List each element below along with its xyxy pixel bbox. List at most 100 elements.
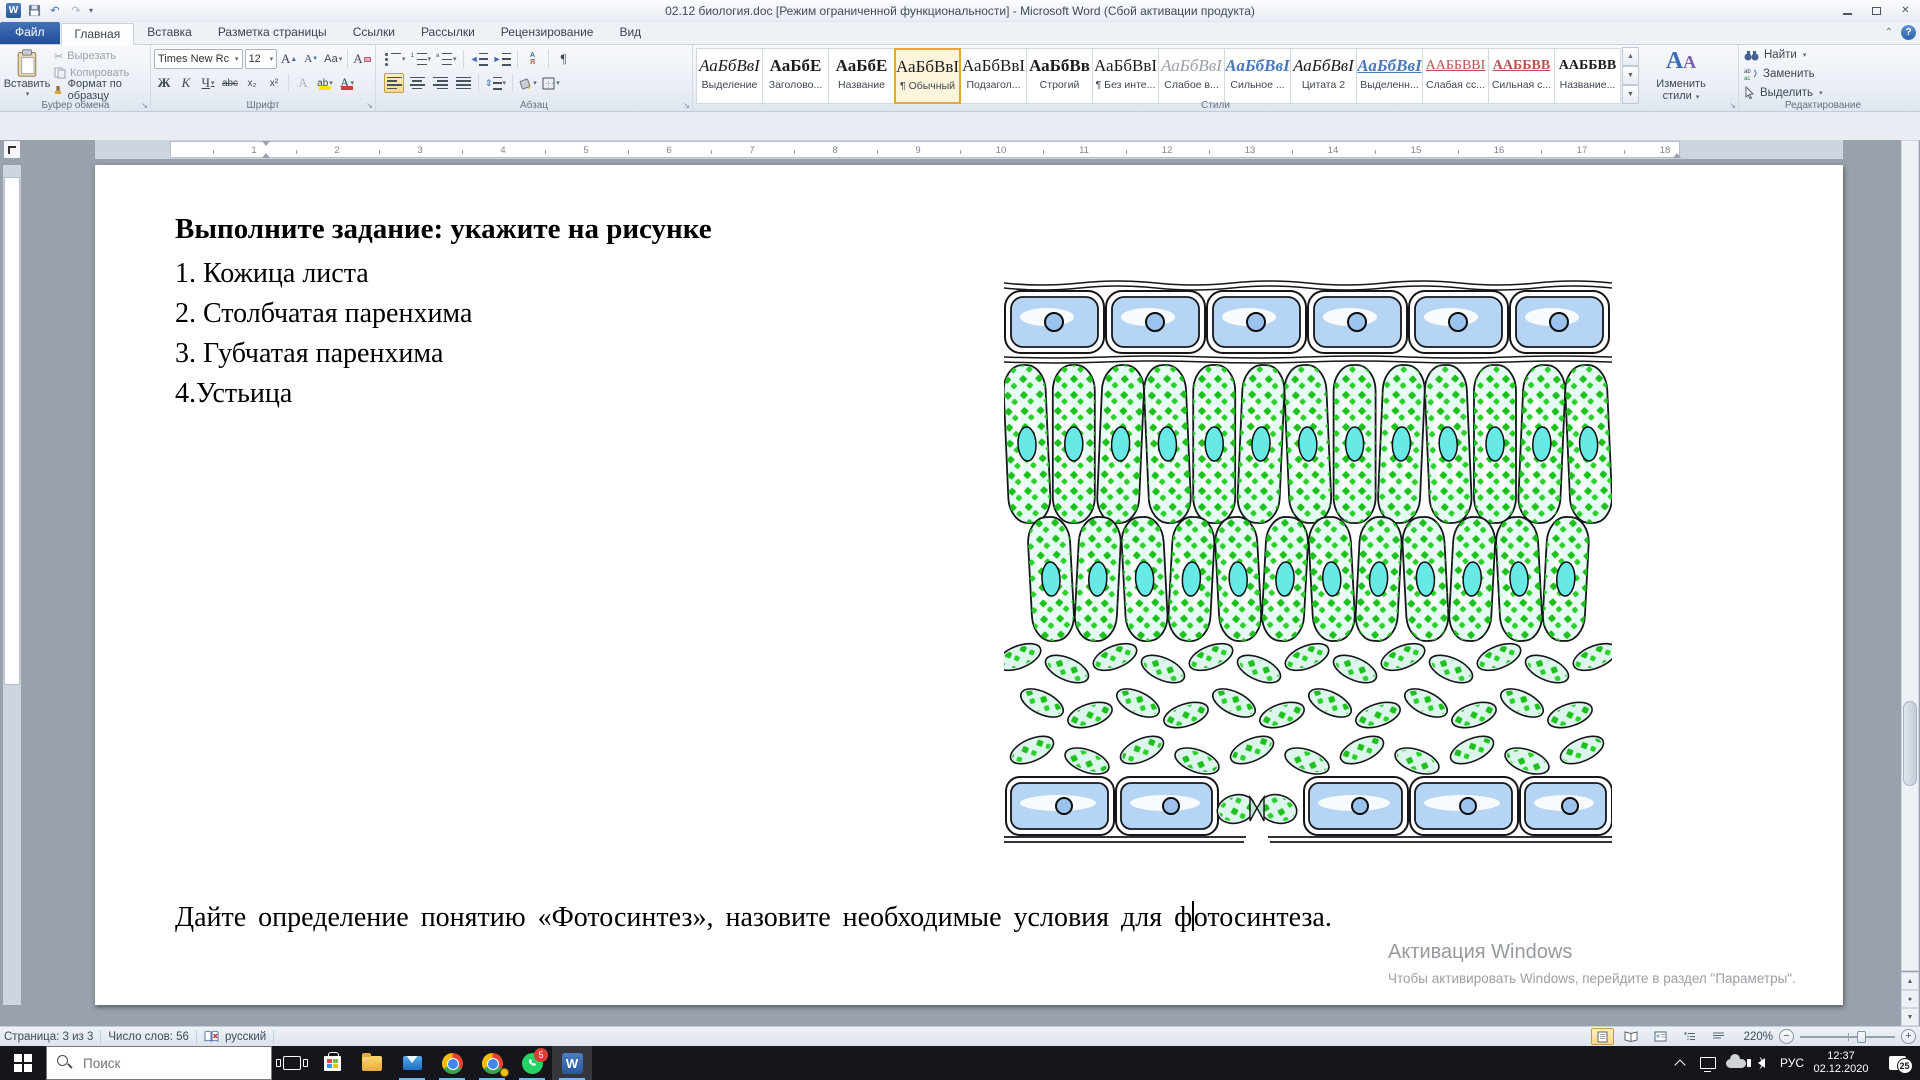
scrollbar-thumb[interactable] xyxy=(1903,701,1917,786)
notification-center-button[interactable]: 25 xyxy=(1878,1046,1916,1080)
leaf-cross-section-figure[interactable] xyxy=(1004,277,1612,845)
task-view-button[interactable] xyxy=(272,1046,312,1080)
document-heading[interactable]: Выполните задание: укажите на рисунке xyxy=(175,213,712,246)
style-item[interactable]: АаБбВвІВыделение xyxy=(696,48,763,104)
shading-button[interactable]: ▾ xyxy=(518,73,538,93)
taskbar-item-whatsapp[interactable]: 5 xyxy=(512,1046,552,1080)
style-item[interactable]: ААББВВІСлабая сс... xyxy=(1422,48,1489,104)
bold-button[interactable]: Ж xyxy=(154,73,174,93)
styles-scroll-up-icon[interactable]: ▲ xyxy=(1622,47,1639,66)
taskbar-search[interactable] xyxy=(46,1046,272,1080)
style-item[interactable]: АаБбЕНазвание xyxy=(828,48,895,104)
right-indent-marker[interactable] xyxy=(1673,153,1681,158)
shrink-font-button[interactable]: А▼ xyxy=(301,49,321,69)
style-item[interactable]: АаБбЕЗаголово... xyxy=(762,48,829,104)
taskbar-item-explorer[interactable] xyxy=(352,1046,392,1080)
outline-view-button[interactable] xyxy=(1678,1028,1701,1045)
underline-button[interactable]: Ч▾ xyxy=(198,73,218,93)
styles-dialog-launcher-icon[interactable]: ↘ xyxy=(1729,101,1736,110)
hanging-indent-marker[interactable] xyxy=(262,153,270,158)
zoom-slider[interactable] xyxy=(1800,1036,1895,1038)
minimize-button[interactable] xyxy=(1833,1,1862,20)
align-center-button[interactable] xyxy=(407,73,427,93)
print-layout-view-button[interactable] xyxy=(1591,1028,1614,1045)
tab-Ссылки[interactable]: Ссылки xyxy=(340,22,408,44)
taskbar-clock[interactable]: 12:37 02.12.2020 xyxy=(1808,1050,1874,1076)
document-list-item[interactable]: 4.Устьица xyxy=(175,378,292,410)
line-spacing-button[interactable]: ⇕▾ xyxy=(484,73,507,93)
show-marks-button[interactable]: ¶ xyxy=(554,49,574,69)
vertical-scrollbar[interactable] xyxy=(1901,140,1919,971)
tab-Вставка[interactable]: Вставка xyxy=(134,22,205,44)
sort-button[interactable]: АЯ xyxy=(523,49,543,69)
borders-button[interactable]: ▾ xyxy=(541,73,561,93)
save-button[interactable] xyxy=(26,3,42,19)
change-styles-button[interactable]: АА Изменить стили ▾ xyxy=(1645,47,1717,99)
word-app-icon[interactable]: W xyxy=(6,3,21,18)
select-button[interactable]: Выделить▾ xyxy=(1744,86,1902,99)
align-justify-button[interactable] xyxy=(453,73,473,93)
horizontal-ruler[interactable]: 123456789101112131415161718 xyxy=(95,140,1843,159)
first-line-indent-marker[interactable] xyxy=(262,141,270,146)
maximize-button[interactable] xyxy=(1862,1,1891,20)
change-case-button[interactable]: Аа▾ xyxy=(323,49,343,69)
paste-dropdown-icon[interactable]: ▾ xyxy=(26,90,30,98)
tab-stop-selector[interactable] xyxy=(3,140,21,159)
draft-view-button[interactable] xyxy=(1707,1028,1730,1045)
clear-formatting-button[interactable]: А xyxy=(352,49,372,69)
zoom-in-button[interactable]: + xyxy=(1901,1029,1916,1044)
align-left-button[interactable] xyxy=(384,73,404,93)
proofing-icon[interactable] xyxy=(204,1030,219,1043)
style-item[interactable]: АаБбВвІПодзагол... xyxy=(960,48,1027,104)
document-page[interactable]: Выполните задание: укажите на рисунке 1.… xyxy=(95,165,1843,1005)
style-item[interactable]: АаБбВвІ¶ Без инте... xyxy=(1092,48,1159,104)
document-list-item[interactable]: 3. Губчатая паренхима xyxy=(175,338,443,370)
font-family-combo[interactable]: Times New Rc▾ xyxy=(154,49,243,69)
document-paragraph[interactable]: Дайте определение понятию «Фотосинтез», … xyxy=(175,901,1615,934)
highlight-color-button[interactable]: ab▾ xyxy=(315,73,335,93)
start-button[interactable] xyxy=(0,1046,46,1080)
paste-button[interactable]: Вставить▾ xyxy=(4,47,50,99)
taskbar-item-chrome-2[interactable] xyxy=(472,1046,512,1080)
taskbar-item-mail[interactable] xyxy=(392,1046,432,1080)
cut-button[interactable]: ✂Вырезать xyxy=(54,48,147,64)
vertical-ruler[interactable] xyxy=(3,165,21,1005)
web-layout-view-button[interactable] xyxy=(1649,1028,1672,1045)
network-icon[interactable] xyxy=(1696,1046,1720,1080)
document-list-item[interactable]: 2. Столбчатая паренхима xyxy=(175,298,472,330)
format-painter-button[interactable]: Формат по образцу xyxy=(54,82,147,98)
clipboard-dialog-launcher-icon[interactable]: ↘ xyxy=(141,101,148,110)
zoom-level[interactable]: 220% xyxy=(1744,1031,1773,1043)
document-list-item[interactable]: 1. Кожица листа xyxy=(175,258,369,290)
replace-button[interactable]: abac Заменить xyxy=(1744,68,1902,80)
redo-button[interactable]: ↷ xyxy=(68,3,84,19)
tab-Главная[interactable]: Главная xyxy=(61,23,135,45)
page-indicator[interactable]: Страница: 3 из 3 xyxy=(4,1031,93,1043)
close-button[interactable]: ✕ xyxy=(1891,1,1920,20)
superscript-button[interactable]: x² xyxy=(264,73,284,93)
style-item[interactable]: АаБбВвІСлабое в... xyxy=(1158,48,1225,104)
qat-dropdown-icon[interactable]: ▾ xyxy=(89,6,93,15)
font-size-combo[interactable]: 12▾ xyxy=(245,49,278,69)
style-item[interactable]: АаБбВвІ¶ Обычный xyxy=(894,48,961,104)
language-indicator[interactable]: русский xyxy=(225,1031,266,1043)
tab-Вид[interactable]: Вид xyxy=(606,22,654,44)
subscript-button[interactable]: x₂ xyxy=(242,73,262,93)
zoom-out-button[interactable]: − xyxy=(1779,1029,1794,1044)
increase-indent-button[interactable]: ► xyxy=(492,49,512,69)
find-button[interactable]: Найти▾ xyxy=(1744,49,1902,61)
tab-file[interactable]: Файл xyxy=(0,22,60,44)
style-item[interactable]: АаБбВвІСильное ... xyxy=(1224,48,1291,104)
undo-button[interactable]: ↶ xyxy=(47,3,63,19)
previous-page-icon[interactable]: ▲ xyxy=(1901,972,1919,990)
font-dialog-launcher-icon[interactable]: ↘ xyxy=(366,101,373,110)
zoom-slider-thumb[interactable] xyxy=(1857,1031,1866,1043)
help-icon[interactable]: ? xyxy=(1901,25,1916,40)
taskbar-item-word[interactable]: W xyxy=(552,1046,592,1080)
strikethrough-button[interactable]: abc xyxy=(220,73,240,93)
minimize-ribbon-icon[interactable]: ⌃ xyxy=(1885,27,1893,38)
style-item[interactable]: АаБбВвІЦитата 2 xyxy=(1290,48,1357,104)
multilevel-list-button[interactable]: а▾ xyxy=(435,49,458,69)
fullscreen-reading-view-button[interactable] xyxy=(1620,1028,1643,1045)
style-item[interactable]: АаБбВвІВыделенн... xyxy=(1356,48,1423,104)
